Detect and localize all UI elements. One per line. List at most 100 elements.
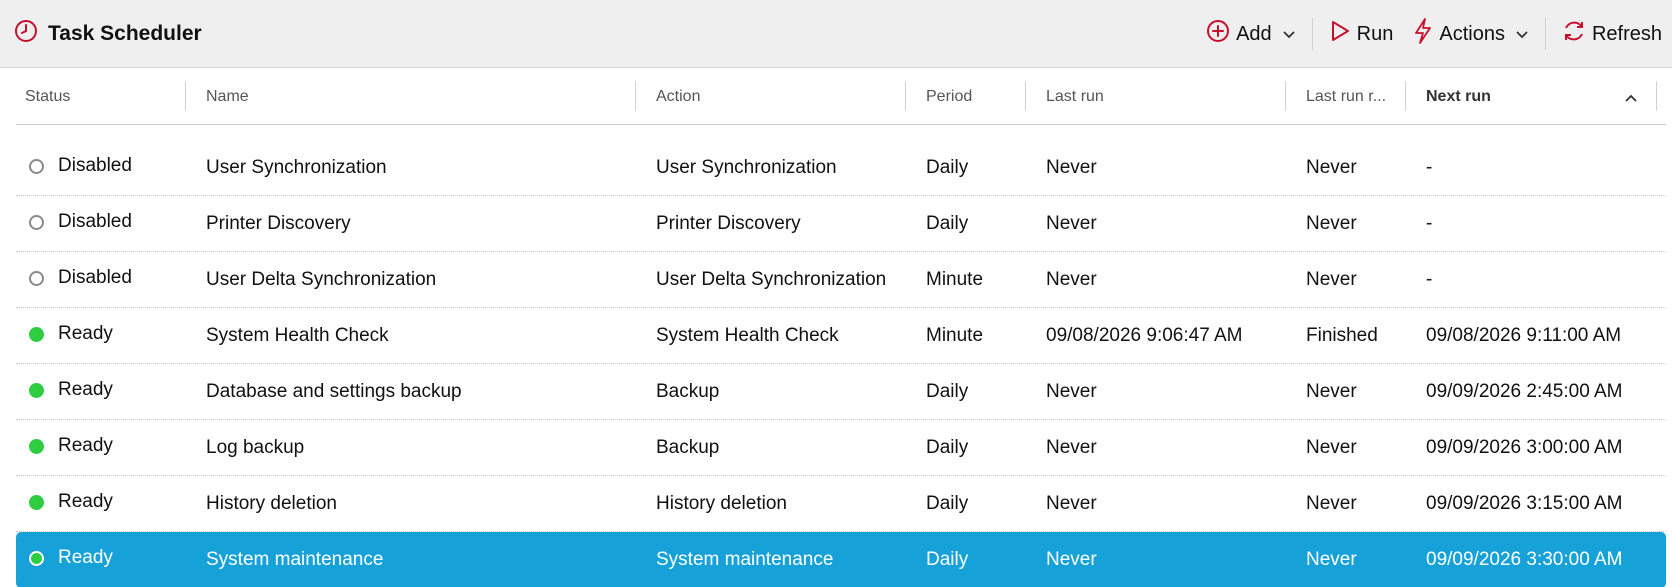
status-cell: Ready xyxy=(29,532,113,587)
cell-next-run: 09/09/2026 3:30:00 AM xyxy=(1426,549,1623,570)
column-header-label: Name xyxy=(206,87,249,105)
chevron-up-icon xyxy=(1624,90,1638,108)
table-row[interactable]: Disabled User Synchronization User Synchro… xyxy=(16,140,1666,196)
status-ready-icon xyxy=(29,326,44,342)
column-resize-handle[interactable] xyxy=(1656,81,1657,111)
app-title: Task Scheduler xyxy=(48,21,202,45)
column-header-label: Next run xyxy=(1426,87,1491,105)
cell-next-run: 09/09/2026 3:15:00 AM xyxy=(1426,493,1623,514)
cell-name: User Synchronization xyxy=(206,157,387,178)
column-header-label: Action xyxy=(656,87,701,105)
status-ready-icon xyxy=(29,382,44,398)
cell-last-run-result: Never xyxy=(1306,549,1357,570)
cell-next-run: 09/09/2026 2:45:00 AM xyxy=(1426,381,1623,402)
cell-last-run-result: Never xyxy=(1306,157,1357,178)
status-cell: Disabled xyxy=(29,196,132,252)
cell-period: Daily xyxy=(926,157,969,178)
cell-action: History deletion xyxy=(656,493,787,514)
table-row[interactable]: Ready History deletion History deletion Dai… xyxy=(16,476,1666,532)
cell-action: User Synchronization xyxy=(656,157,837,178)
status-text: Ready xyxy=(58,435,113,456)
status-cell: Ready xyxy=(29,476,113,532)
column-header-next-run[interactable]: Next run xyxy=(1426,68,1616,125)
cell-action: System maintenance xyxy=(656,549,834,570)
task-table: Status Name Action Period Last run Last … xyxy=(16,68,1666,587)
status-ready-icon xyxy=(29,494,44,510)
cell-action: Backup xyxy=(656,437,720,458)
column-resize-handle[interactable] xyxy=(905,81,906,111)
cell-last-run-result: Never xyxy=(1306,437,1357,458)
cell-next-run: - xyxy=(1426,269,1433,290)
cell-last-run: Never xyxy=(1046,437,1097,458)
column-resize-handle[interactable] xyxy=(1405,81,1406,111)
actions-button[interactable]: Actions xyxy=(1403,14,1539,54)
app-title-area: Task Scheduler xyxy=(0,19,202,48)
status-cell: Ready xyxy=(29,364,113,420)
add-button[interactable]: Add xyxy=(1196,14,1306,54)
status-text: Ready xyxy=(58,547,113,568)
column-resize-handle[interactable] xyxy=(185,81,186,111)
column-header-action[interactable]: Action xyxy=(656,68,906,125)
status-cell: Disabled xyxy=(29,252,132,308)
cell-last-run-result: Finished xyxy=(1306,325,1378,346)
column-resize-handle[interactable] xyxy=(635,81,636,111)
column-header-label: Status xyxy=(25,87,71,105)
cell-period: Minute xyxy=(926,269,984,290)
refresh-button[interactable]: Refresh xyxy=(1552,14,1672,54)
cell-period: Minute xyxy=(926,325,984,346)
task-rows: Disabled User Synchronization User Synchro… xyxy=(16,140,1666,587)
cell-last-run: Never xyxy=(1046,493,1097,514)
status-text: Disabled xyxy=(58,211,132,232)
status-cell: Ready xyxy=(29,308,113,364)
lightning-icon xyxy=(1413,18,1433,50)
cell-name: System Health Check xyxy=(206,325,389,346)
column-header-label: Last run r... xyxy=(1306,87,1387,105)
cell-last-run: 09/08/2026 9:06:47 AM xyxy=(1046,325,1243,346)
status-text: Ready xyxy=(58,379,113,400)
column-header-period[interactable]: Period xyxy=(926,68,1026,125)
column-header-label: Period xyxy=(926,87,973,105)
cell-last-run-result: Never xyxy=(1306,381,1357,402)
column-header-name[interactable]: Name xyxy=(206,68,606,125)
cell-last-run: Never xyxy=(1046,157,1097,178)
cell-action: Backup xyxy=(656,381,720,402)
run-button-label: Run xyxy=(1356,22,1394,45)
toolbar-separator xyxy=(1544,18,1546,50)
toolbar-separator xyxy=(1311,18,1313,50)
status-disabled-icon xyxy=(29,270,44,286)
status-ready-icon xyxy=(29,550,44,566)
status-text: Ready xyxy=(58,323,113,344)
cell-last-run: Never xyxy=(1046,549,1097,570)
cell-next-run: 09/09/2026 3:00:00 AM xyxy=(1426,437,1623,458)
table-row[interactable]: Ready Log backup Backup Daily Never Never 09/0… xyxy=(16,420,1666,476)
cell-name: Log backup xyxy=(206,437,305,458)
status-ready-icon xyxy=(29,438,44,454)
table-row[interactable]: Ready System Health Check System Health Ch… xyxy=(16,308,1666,364)
status-disabled-icon xyxy=(29,158,44,174)
status-text: Disabled xyxy=(58,155,132,176)
column-resize-handle[interactable] xyxy=(1285,81,1286,111)
column-resize-handle[interactable] xyxy=(1025,81,1026,111)
table-row[interactable]: Ready System maintenance System maintenanc… xyxy=(16,532,1666,587)
cell-last-run-result: Never xyxy=(1306,269,1357,290)
toolbar: Add Run Actions Refresh xyxy=(1196,0,1672,68)
cell-last-run: Never xyxy=(1046,213,1097,234)
cell-name: Database and settings backup xyxy=(206,381,462,402)
cell-last-run: Never xyxy=(1046,269,1097,290)
cell-name: Printer Discovery xyxy=(206,213,351,234)
table-row[interactable]: Disabled User Delta Synchronization User D… xyxy=(16,252,1666,308)
cell-period: Daily xyxy=(926,381,969,402)
column-header-status[interactable]: Status xyxy=(25,68,185,125)
table-row[interactable]: Ready Database and settings backup Backup D… xyxy=(16,364,1666,420)
column-header-last-run-result[interactable]: Last run r... xyxy=(1306,68,1416,125)
table-row[interactable]: Disabled Printer Discovery Printer Discove… xyxy=(16,196,1666,252)
cell-name: System maintenance xyxy=(206,549,384,570)
run-button[interactable]: Run xyxy=(1319,14,1404,54)
cell-name: History deletion xyxy=(206,493,337,514)
column-header-last-run[interactable]: Last run xyxy=(1046,68,1276,125)
cell-period: Daily xyxy=(926,549,969,570)
status-text: Ready xyxy=(58,491,113,512)
plus-circle-icon xyxy=(1206,19,1230,49)
cell-action: Printer Discovery xyxy=(656,213,801,234)
column-header-row: Status Name Action Period Last run Last … xyxy=(16,68,1666,125)
